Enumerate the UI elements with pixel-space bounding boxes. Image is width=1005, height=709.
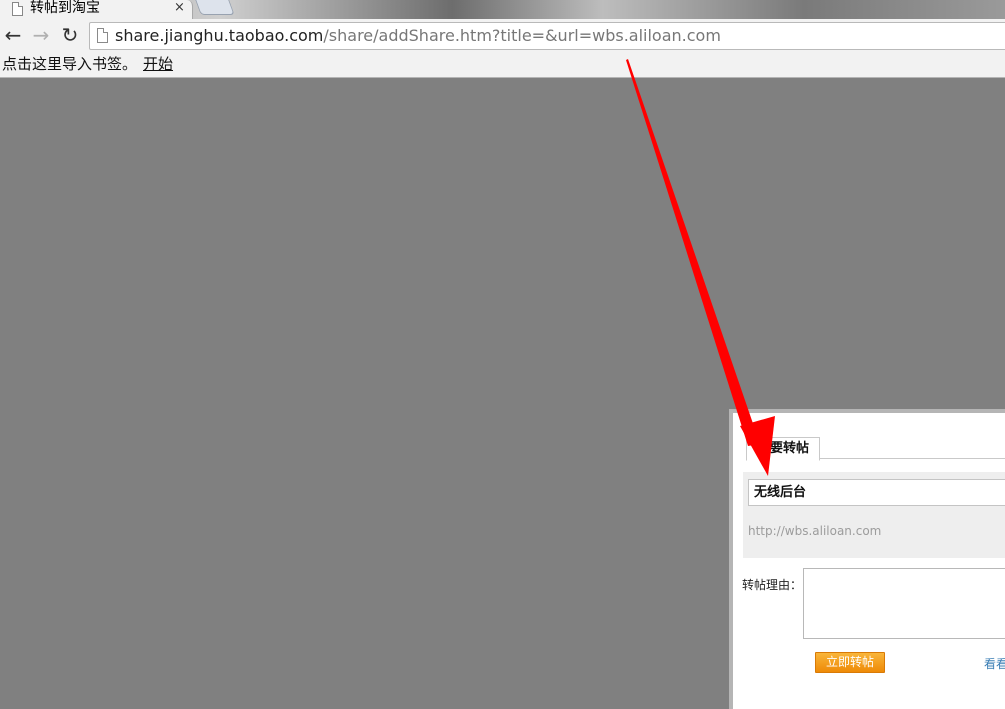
title-input[interactable] — [748, 479, 1005, 506]
tab-strip: 转帖到淘宝 × — [0, 0, 1005, 19]
submit-share-button[interactable]: 立即转帖 — [815, 652, 885, 673]
arrow-shaft — [626, 59, 760, 446]
shared-url: http://wbs.aliloan.com — [748, 524, 882, 538]
url-text[interactable]: share.jianghu.taobao.com/share/addShare.… — [115, 23, 721, 48]
url-host: share.jianghu.taobao.com — [115, 26, 324, 45]
bookmarks-bar: 点击这里导入书签。 开始 — [0, 52, 1005, 78]
reason-textarea[interactable] — [803, 568, 1005, 639]
reason-label: 转帖理由： — [742, 578, 803, 592]
address-bar[interactable]: share.jianghu.taobao.com/share/addShare.… — [89, 22, 1005, 50]
share-panel-body: 我要转帖 http://wbs.aliloan.com 转帖理由： 立即转帖 看… — [733, 413, 1005, 709]
page-icon — [97, 28, 108, 43]
start-link[interactable]: 开始 — [143, 52, 173, 76]
see-link[interactable]: 看看 — [984, 656, 1005, 672]
share-panel: 我要转帖 http://wbs.aliloan.com 转帖理由： 立即转帖 看… — [729, 409, 1005, 709]
url-path: /share/addShare.htm?title=&url=wbs.alilo… — [323, 26, 721, 45]
new-tab-button[interactable] — [195, 0, 235, 15]
forward-arrow-icon[interactable]: → — [28, 19, 54, 52]
close-icon[interactable]: × — [174, 0, 185, 15]
reload-icon[interactable]: ↻ — [57, 19, 83, 52]
import-bookmarks-prompt: 点击这里导入书签。 — [2, 55, 138, 73]
browser-tab[interactable]: 转帖到淘宝 × — [0, 0, 193, 19]
back-arrow-icon[interactable]: ← — [0, 19, 26, 52]
page-icon — [12, 2, 23, 16]
browser-toolbar: ← → ↻ share.jianghu.taobao.com/share/add… — [0, 19, 1005, 52]
share-info-box: http://wbs.aliloan.com — [743, 472, 1005, 558]
tab-title: 转帖到淘宝 — [30, 0, 100, 16]
tab-share-post[interactable]: 我要转帖 — [746, 437, 820, 461]
